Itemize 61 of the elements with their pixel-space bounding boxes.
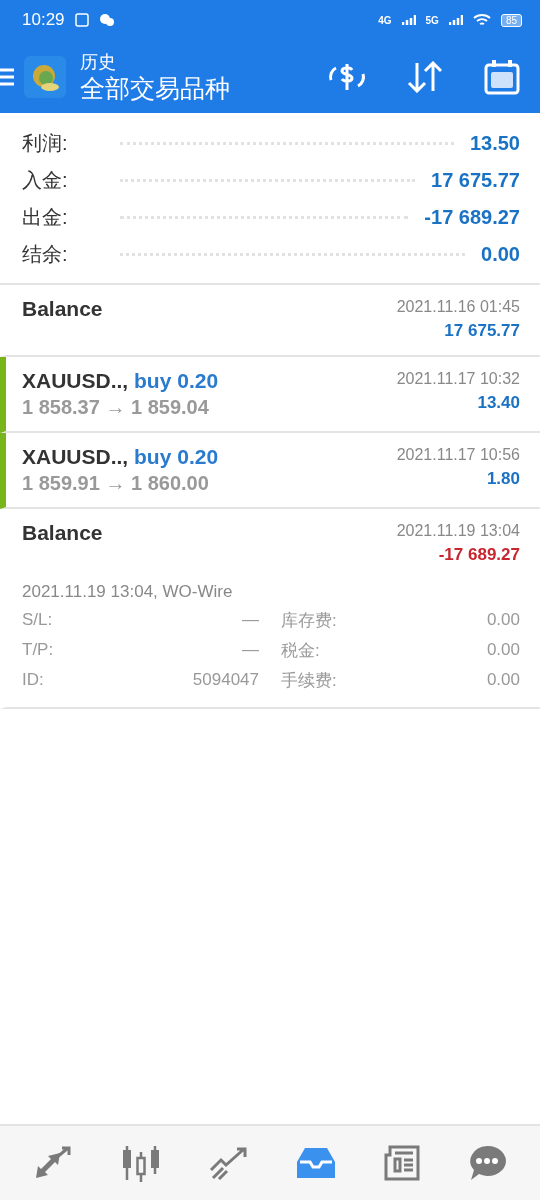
summary-label: 结余: bbox=[22, 242, 69, 267]
deal-title: Balance bbox=[22, 296, 103, 322]
detail-value: — bbox=[242, 640, 259, 660]
detail-value: 0.00 bbox=[486, 610, 520, 630]
deal-time: 2021.11.17 10:56 bbox=[396, 445, 520, 465]
deal-prices: 1 858.37 → 1 859.04 bbox=[22, 395, 210, 419]
clock-time: 10:29 bbox=[22, 10, 65, 30]
detail-label: S/L: bbox=[22, 610, 53, 630]
trade-row[interactable]: XAUUSD.., buy 0.20 1 859.91 → 1 860.00 2021.11.17 10:56 1.80 bbox=[0, 433, 540, 509]
detail-label: ID: bbox=[22, 670, 44, 690]
detail-label: 库存费: bbox=[281, 609, 337, 632]
deal-time: 2021.11.17 10:32 bbox=[396, 369, 520, 389]
summary-label: 利润: bbox=[22, 131, 69, 156]
symbol-filter[interactable]: 全部交易品种 bbox=[80, 72, 230, 103]
calendar-button[interactable] bbox=[484, 58, 520, 95]
screen-title: 历史 bbox=[80, 50, 117, 73]
summary-label: 出金: bbox=[22, 205, 69, 230]
deal-prices: 1 859.91 → 1 860.00 bbox=[22, 471, 210, 495]
chart-tab[interactable] bbox=[121, 1144, 162, 1182]
trade-tab[interactable] bbox=[209, 1146, 250, 1180]
summary-value: -17 689.27 bbox=[424, 206, 520, 229]
deal-time: 2021.11.19 13:04 bbox=[396, 521, 520, 541]
deal-symbol: XAUUSD.., buy 0.20 bbox=[22, 444, 219, 470]
trade-row[interactable]: XAUUSD.., buy 0.20 1 858.37 → 1 859.04 2021.11.17 10:32 13.40 bbox=[0, 357, 540, 433]
signal-icon bbox=[401, 15, 416, 25]
balance-row[interactable]: Balance 2021.11.16 01:45 17 675.77 bbox=[0, 285, 540, 357]
app-logo-icon bbox=[24, 55, 66, 98]
network-label: 4G bbox=[378, 14, 392, 26]
detail-value: — bbox=[242, 610, 259, 630]
deal-time: 2021.11.16 01:45 bbox=[396, 297, 520, 317]
summary-value: 0.00 bbox=[481, 243, 520, 266]
detail-label: 税金: bbox=[281, 639, 320, 662]
deal-amount: 1.80 bbox=[486, 468, 520, 490]
battery-indicator: 85 bbox=[500, 13, 522, 27]
chat-icon bbox=[98, 13, 115, 27]
chat-tab[interactable] bbox=[468, 1145, 507, 1181]
summary-value: 13.50 bbox=[469, 132, 520, 155]
summary-label: 入金: bbox=[22, 168, 69, 193]
detail-value: 0.00 bbox=[486, 640, 520, 660]
notification-icon bbox=[74, 13, 89, 27]
history-tab[interactable] bbox=[296, 1146, 335, 1180]
quotes-tab[interactable] bbox=[33, 1146, 74, 1180]
detail-value: 0.00 bbox=[486, 670, 520, 690]
deal-symbol: XAUUSD.., buy 0.20 bbox=[22, 368, 219, 394]
detail-label: T/P: bbox=[22, 640, 54, 660]
summary-value: 17 675.77 bbox=[431, 169, 520, 192]
wifi-icon bbox=[472, 13, 491, 27]
currency-exchange-button[interactable] bbox=[328, 61, 366, 92]
deal-comment: 2021.11.19 13:04, WO-Wire bbox=[22, 581, 234, 603]
signal-icon bbox=[448, 15, 463, 25]
detail-value: 5094047 bbox=[192, 670, 259, 690]
deal-amount: 13.40 bbox=[477, 392, 520, 414]
sort-button[interactable] bbox=[406, 60, 444, 93]
network-label: 5G bbox=[425, 14, 439, 26]
detail-label: 手续费: bbox=[281, 669, 337, 692]
deal-amount: -17 689.27 bbox=[438, 544, 520, 566]
deal-amount: 17 675.77 bbox=[444, 320, 520, 342]
menu-icon[interactable] bbox=[0, 66, 16, 87]
deal-title: Balance bbox=[22, 520, 103, 546]
news-tab[interactable] bbox=[382, 1145, 421, 1181]
balance-row[interactable]: Balance 2021.11.19 13:04 -17 689.27 2021.11.19 13:04, WO-Wire S/L: — 库存费: 0.00 T/P: — 税金: 0.00 ID: 5094047 手续费: 0.00 bbox=[0, 509, 540, 709]
